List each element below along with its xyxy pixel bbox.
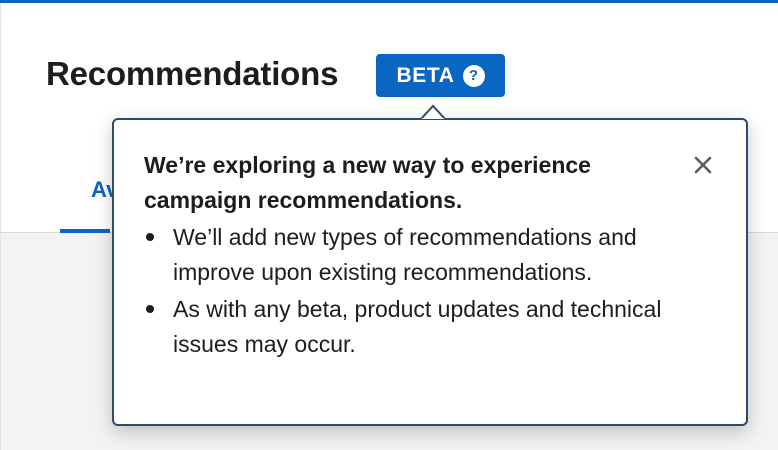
popover-bullet-list: We’ll add new types of recommendations a… bbox=[144, 220, 704, 364]
bullet-icon bbox=[146, 305, 154, 313]
list-item: As with any beta, product updates and te… bbox=[144, 292, 704, 362]
bullet-icon bbox=[146, 233, 154, 241]
bullet-text: As with any beta, product updates and te… bbox=[173, 296, 662, 357]
page-title: Recommendations bbox=[46, 55, 339, 92]
beta-info-popover: We’re exploring a new way to experience … bbox=[112, 118, 748, 426]
popover-heading: We’re exploring a new way to experience … bbox=[144, 152, 591, 213]
left-divider bbox=[0, 3, 1, 450]
top-accent-bar bbox=[0, 0, 778, 3]
beta-badge-button[interactable]: BETA ? bbox=[376, 54, 505, 97]
question-circle-icon: ? bbox=[462, 64, 485, 87]
close-button[interactable] bbox=[688, 150, 718, 180]
popover-arrow bbox=[421, 104, 445, 119]
list-item: We’ll add new types of recommendations a… bbox=[144, 220, 704, 290]
beta-label: BETA bbox=[396, 63, 455, 87]
close-icon bbox=[694, 156, 712, 174]
bullet-text: We’ll add new types of recommendations a… bbox=[173, 224, 637, 285]
